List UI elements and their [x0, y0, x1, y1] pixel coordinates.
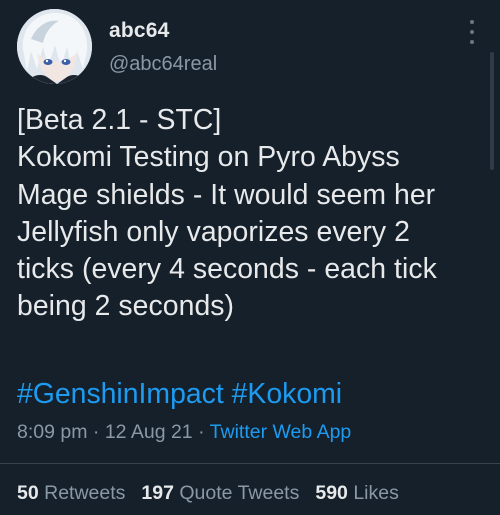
hashtag-link[interactable]: #GenshinImpact: [17, 378, 224, 410]
more-dot: [470, 20, 474, 24]
quote-tweets-label: Quote Tweets: [179, 482, 300, 504]
author-display-name[interactable]: abc64: [109, 19, 170, 43]
meta-separator: ·: [92, 421, 100, 443]
likes-stat[interactable]: 590 Likes: [315, 482, 399, 505]
tweet-meta: 8:09 pm · 12 Aug 21 · Twitter Web App: [17, 421, 351, 444]
tweet-date[interactable]: 12 Aug 21: [105, 421, 193, 443]
quote-tweets-stat[interactable]: 197 Quote Tweets: [141, 482, 299, 505]
more-vertical-icon[interactable]: [462, 20, 482, 44]
more-dot: [470, 30, 474, 34]
author-avatar[interactable]: [17, 9, 92, 84]
likes-label: Likes: [353, 482, 399, 504]
hashtags: #GenshinImpact #Kokomi: [17, 376, 342, 413]
retweets-stat[interactable]: 50 Retweets: [17, 482, 125, 505]
meta-separator: ·: [198, 421, 205, 443]
tweet-card: abc64 @abc64real [Beta 2.1 - STC] Kokomi…: [0, 0, 500, 515]
anime-avatar-icon: [17, 9, 92, 84]
quote-tweets-count: 197: [141, 482, 174, 504]
retweets-label: Retweets: [44, 482, 126, 504]
tweet-time[interactable]: 8:09 pm: [17, 421, 87, 443]
more-dot: [470, 40, 474, 44]
divider: [0, 463, 500, 464]
tweet-stats: 50 Retweets 197 Quote Tweets 590 Likes: [17, 482, 399, 505]
tweet-source[interactable]: Twitter Web App: [210, 421, 352, 443]
scrollbar-thumb[interactable]: [490, 52, 494, 170]
hashtag-link[interactable]: #Kokomi: [232, 378, 342, 410]
tweet-text: [Beta 2.1 - STC] Kokomi Testing on Pyro …: [17, 104, 437, 323]
retweets-count: 50: [17, 482, 39, 504]
author-handle[interactable]: @abc64real: [109, 53, 217, 76]
likes-count: 590: [315, 482, 348, 504]
